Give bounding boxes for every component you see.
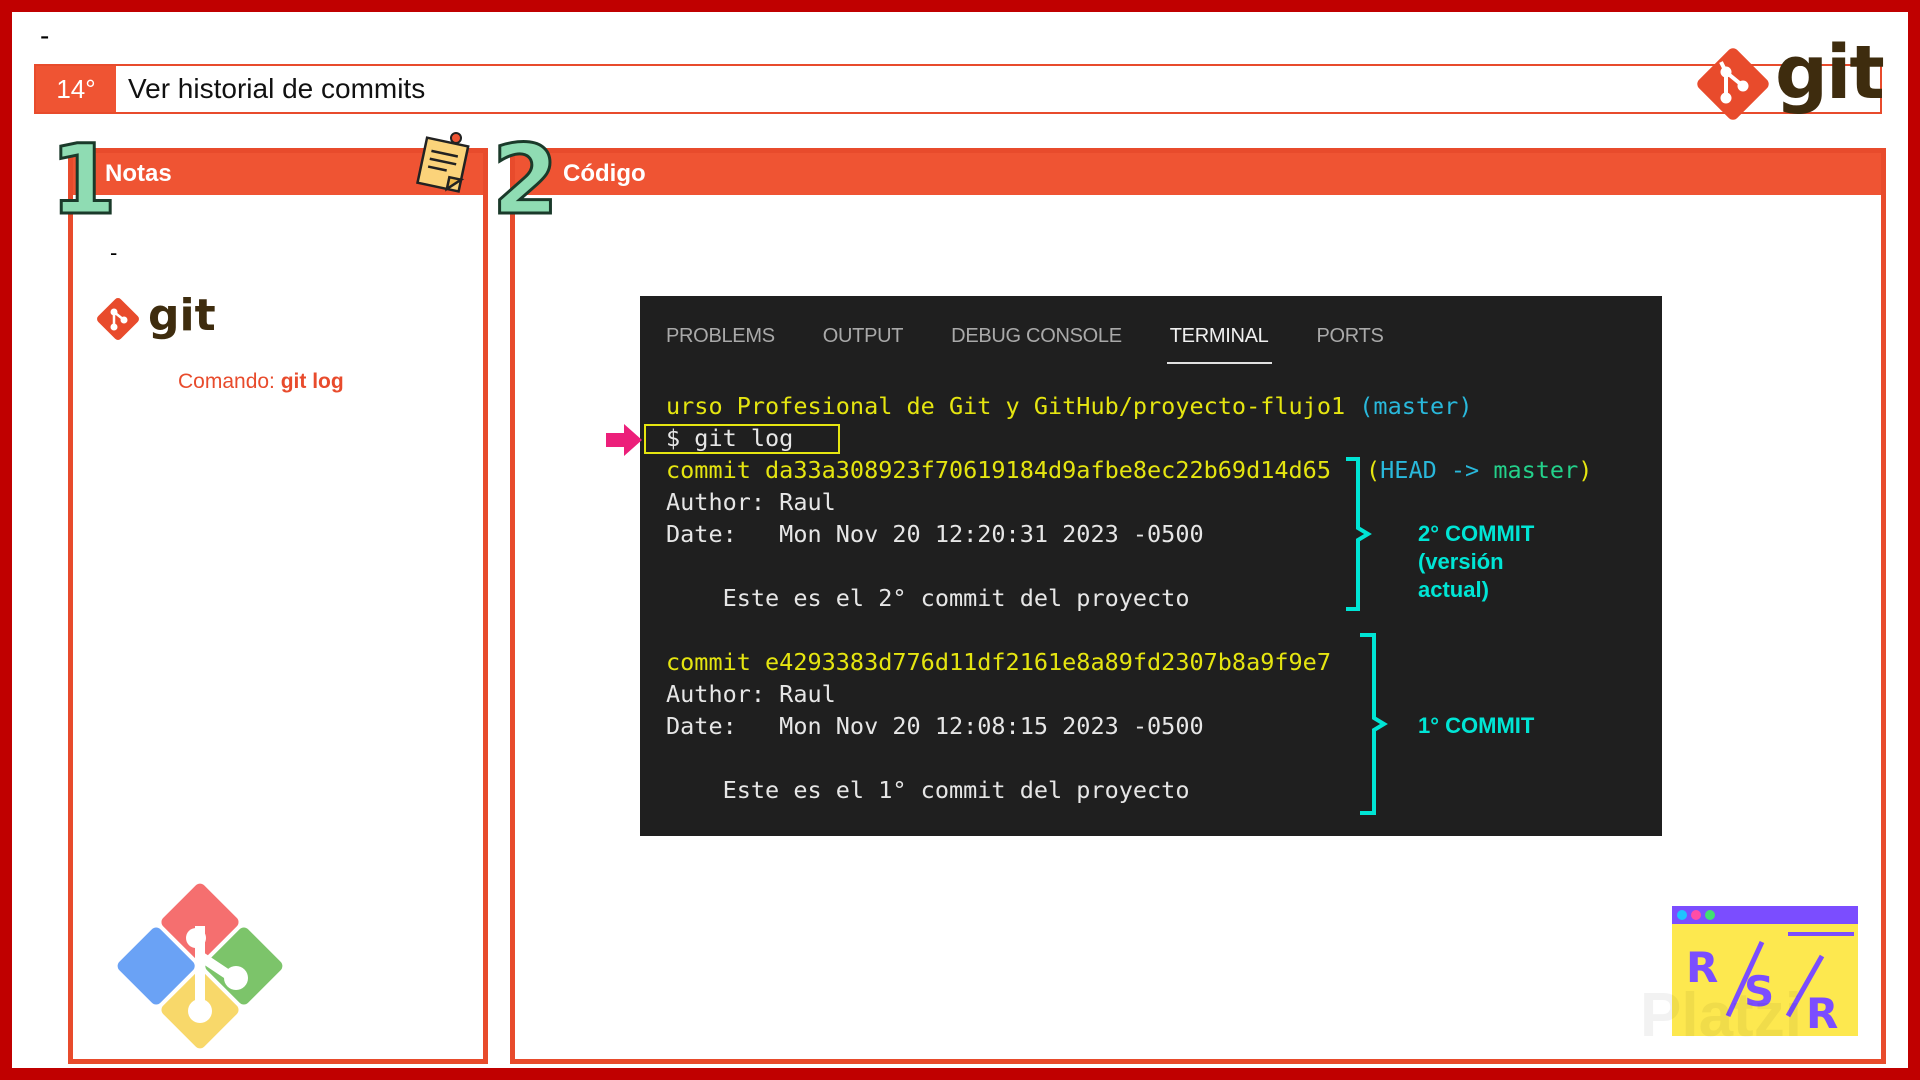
commit-2-author: Author: Raul: [666, 488, 836, 516]
terminal-prompt-path-line: urso Profesional de Git y GitHub/proyect…: [666, 390, 1472, 422]
command-value: git log: [280, 370, 344, 393]
command-label: Comando:: [178, 370, 281, 393]
commit-2-date: Date: Mon Nov 20 12:20:31 2023 -0500: [666, 520, 1204, 548]
bracket-first-commit: [1360, 633, 1388, 815]
slide-title: Ver historial de commits: [128, 73, 426, 104]
command-highlight-box: [644, 424, 840, 454]
git-colorful-logo-icon: [117, 883, 283, 1049]
terminal-path: urso Profesional de Git y GitHub/proyect…: [666, 392, 1346, 420]
git-brand-word: git: [1775, 30, 1885, 116]
master-ref: master: [1493, 456, 1579, 484]
notes-git-word: git: [148, 290, 216, 341]
pointer-arrow-icon: [606, 424, 642, 456]
code-panel-header: Código: [515, 153, 1881, 195]
commit-2-message: Este es el 2° commit del proyecto: [666, 584, 1190, 612]
bracket-second-commit: [1346, 457, 1372, 611]
annotation-second-commit: 2° COMMIT (versión actual): [1418, 521, 1535, 602]
platzi-watermark: Platzi: [1640, 981, 1802, 1050]
code-index-number: 2: [491, 124, 561, 236]
top-dash: -: [40, 20, 50, 51]
code-panel-title: Código: [563, 160, 646, 187]
tab-problems[interactable]: PROBLEMS: [666, 316, 775, 356]
head-ref: HEAD ->: [1380, 456, 1494, 484]
terminal-tabs: PROBLEMS OUTPUT DEBUG CONSOLE TERMINAL P…: [666, 316, 1432, 364]
tab-debug-console[interactable]: DEBUG CONSOLE: [951, 316, 1122, 356]
commit-1-author: Author: Raul: [666, 680, 836, 708]
git-small-logo-icon: [97, 298, 139, 340]
annotation-first-commit: 1° COMMIT: [1418, 713, 1535, 738]
tab-output[interactable]: OUTPUT: [823, 316, 904, 356]
commit-2-refs: (HEAD -> master): [1366, 456, 1593, 484]
notes-dash: -: [110, 240, 118, 265]
commit-1-message: Este es el 1° commit del proyecto: [666, 776, 1190, 804]
terminal-branch: (master): [1359, 392, 1473, 420]
notes-index-number: 1: [49, 124, 119, 236]
sticky-note-icon: [416, 132, 470, 193]
commit-2-hash: commit da33a308923f70619184d9afbe8ec22b6…: [666, 456, 1331, 484]
tab-terminal[interactable]: TERMINAL: [1166, 316, 1272, 364]
command-note: Comando: git log: [178, 370, 344, 394]
tab-ports[interactable]: PORTS: [1317, 316, 1384, 356]
slide-number: 14°: [36, 66, 116, 112]
commit-1-hash: commit e4293383d776d11df2161e8a89fd2307b…: [666, 648, 1331, 676]
title-bar: 14° Ver historial de commits: [34, 64, 1882, 114]
commit-1-date: Date: Mon Nov 20 12:08:15 2023 -0500: [666, 712, 1204, 740]
